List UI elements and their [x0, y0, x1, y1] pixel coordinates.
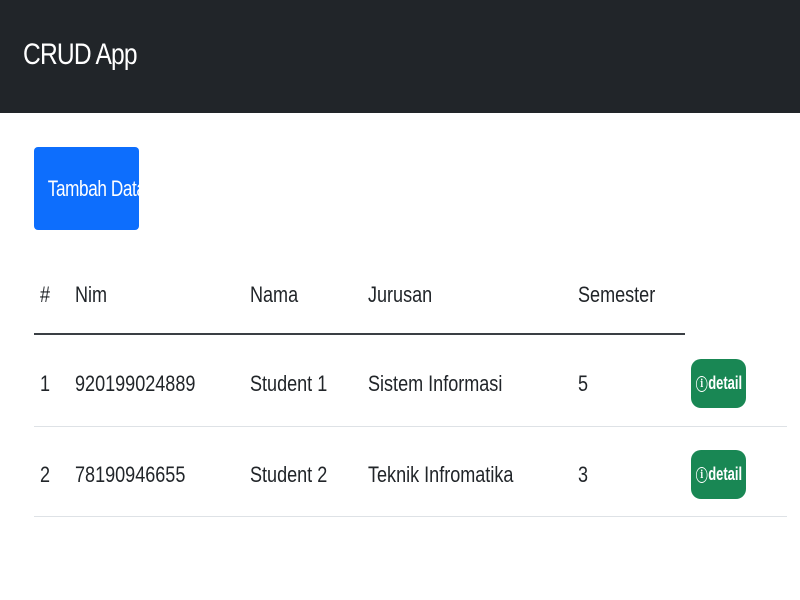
info-circle-icon: i	[695, 375, 707, 392]
row-divider	[34, 426, 787, 427]
info-circle-icon: i	[695, 466, 707, 483]
row-semester: 3	[578, 462, 589, 487]
row-nim: 78190946655	[75, 462, 186, 487]
detail-button-content: i detail	[695, 464, 742, 485]
row-number: 1	[40, 371, 51, 396]
detail-button[interactable]: i detail	[691, 359, 746, 408]
navbar-brand[interactable]: CRUD App	[23, 38, 138, 72]
row-jurusan: Teknik Infromatika	[368, 462, 514, 487]
row-semester: 5	[578, 371, 589, 396]
row-number: 2	[40, 462, 51, 487]
column-header-jurusan: Jurusan	[368, 282, 433, 307]
row-nama: Student 2	[250, 462, 328, 487]
row-nama: Student 1	[250, 371, 328, 396]
row-jurusan: Sistem Informasi	[368, 371, 503, 396]
column-header-semester: Semester	[578, 282, 656, 307]
row-divider	[34, 516, 787, 517]
column-header-nim: Nim	[75, 282, 108, 307]
column-header-nama: Nama	[250, 282, 299, 307]
column-header-number: #	[40, 282, 51, 307]
row-nim: 920199024889	[75, 371, 196, 396]
detail-button-label: detail	[707, 373, 742, 393]
navbar: CRUD App	[0, 0, 800, 113]
add-data-button[interactable]: Tambah Data	[34, 147, 146, 230]
detail-button[interactable]: i detail	[691, 450, 746, 499]
header-divider	[34, 333, 685, 335]
detail-button-label: detail	[707, 464, 742, 484]
add-data-button-label: Tambah Data	[47, 175, 146, 201]
detail-button-content: i detail	[695, 373, 742, 394]
